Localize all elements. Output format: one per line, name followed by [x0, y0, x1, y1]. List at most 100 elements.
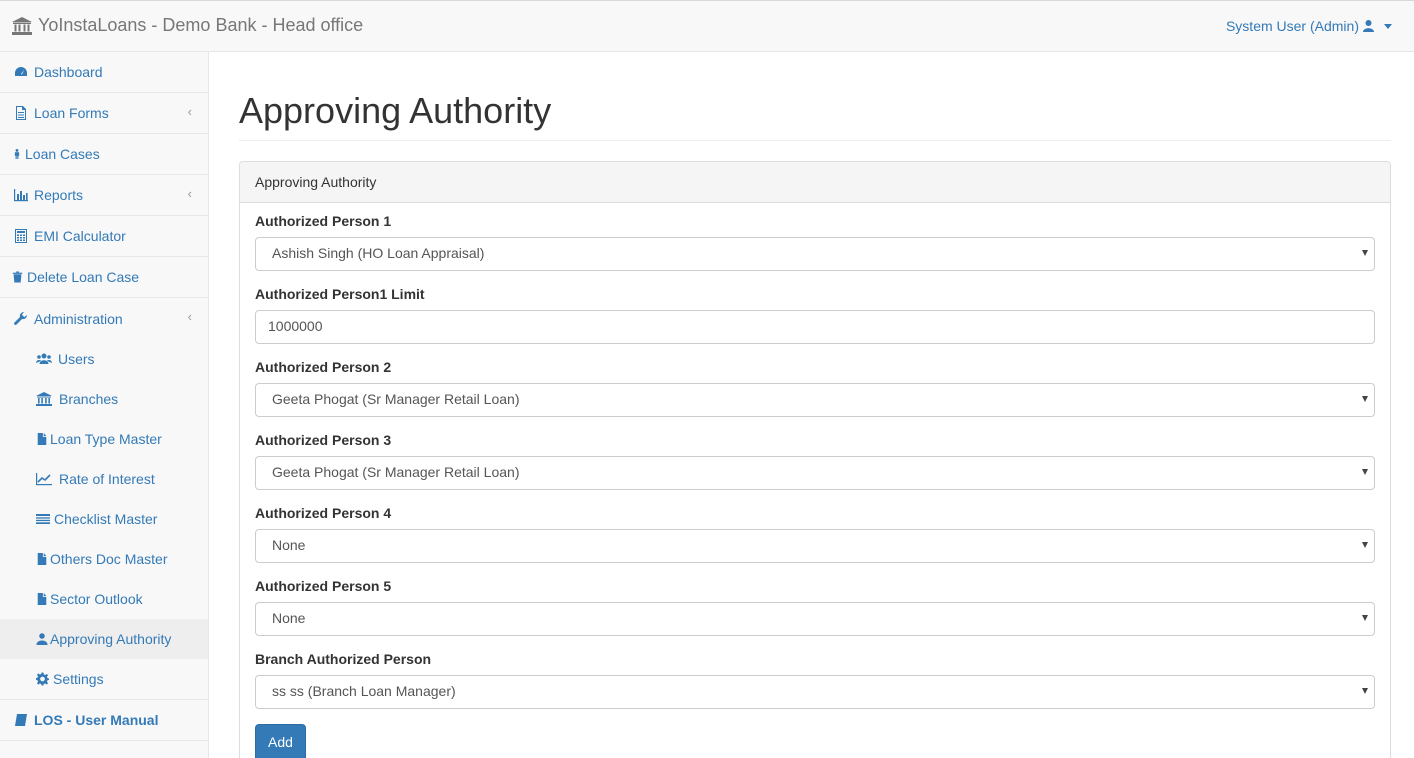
- file-icon: [37, 593, 47, 605]
- dropdown-arrow-icon: [1362, 250, 1368, 256]
- administration-submenu: Users Branches Loan Type Master Rate of …: [0, 339, 208, 700]
- sidebar-item-rate-of-interest[interactable]: Rate of Interest: [0, 459, 208, 499]
- sidebar-item-label: Settings: [53, 671, 104, 687]
- person5-label: Authorized Person 5: [255, 578, 392, 594]
- person4-value: None: [272, 537, 306, 553]
- sidebar-item-label: Dashboard: [34, 64, 103, 80]
- person1-label: Authorized Person 1: [255, 213, 392, 229]
- sidebar-item-label: Rate of Interest: [59, 471, 155, 487]
- sidebar-item-label: Loan Cases: [25, 146, 100, 162]
- add-button[interactable]: Add: [255, 724, 306, 758]
- sidebar-item-reports[interactable]: Reports ‹: [0, 175, 208, 216]
- user-menu[interactable]: System User (Admin): [1226, 18, 1392, 34]
- form-group-limit1: Authorized Person1 Limit 1000000: [255, 286, 1375, 344]
- dropdown-arrow-icon: [1362, 615, 1368, 621]
- dropdown-arrow-icon: [1362, 396, 1368, 402]
- sidebar-item-label: Sector Outlook: [50, 591, 143, 607]
- file-icon: [37, 433, 47, 445]
- form-group-branch: Branch Authorized Person ss ss (Branch L…: [255, 651, 1375, 709]
- sidebar-item-user-manual[interactable]: LOS - User Manual: [0, 700, 208, 741]
- trash-icon: [12, 271, 23, 283]
- person3-value: Geeta Phogat (Sr Manager Retail Loan): [272, 464, 520, 480]
- user-icon: [1363, 20, 1374, 32]
- sidebar-item-others-doc-master[interactable]: Others Doc Master: [0, 539, 208, 579]
- sidebar-item-label: Loan Forms: [34, 105, 109, 121]
- limit1-value: 1000000: [268, 318, 323, 334]
- sidebar-item-label: Loan Type Master: [50, 431, 162, 447]
- form-group-person3: Authorized Person 3 Geeta Phogat (Sr Man…: [255, 432, 1375, 490]
- sidebar-item-label: Checklist Master: [54, 511, 158, 527]
- panel-heading: Approving Authority: [240, 162, 1390, 203]
- person1-select[interactable]: Ashish Singh (HO Loan Appraisal): [255, 237, 1375, 271]
- person-icon: [14, 149, 20, 159]
- sidebar-item-label: Approving Authority: [50, 631, 172, 647]
- form-group-person4: Authorized Person 4 None: [255, 505, 1375, 563]
- branch-value: ss ss (Branch Loan Manager): [272, 683, 456, 699]
- chevron-left-icon: ‹: [187, 104, 192, 119]
- dropdown-arrow-icon: [1362, 688, 1368, 694]
- title-divider: [239, 140, 1391, 141]
- sidebar-item-sector-outlook[interactable]: Sector Outlook: [0, 579, 208, 619]
- limit1-input[interactable]: 1000000: [255, 310, 1375, 344]
- chevron-left-icon: ‹: [187, 186, 192, 201]
- panel-body: Authorized Person 1 Ashish Singh (HO Loa…: [240, 203, 1390, 758]
- book-icon: [15, 714, 27, 726]
- sidebar-item-settings[interactable]: Settings: [0, 659, 208, 699]
- calculator-icon: [15, 229, 27, 243]
- sidebar-item-label: Administration: [34, 310, 123, 327]
- person2-value: Geeta Phogat (Sr Manager Retail Loan): [272, 391, 520, 407]
- person3-select[interactable]: Geeta Phogat (Sr Manager Retail Loan): [255, 456, 1375, 490]
- person5-select[interactable]: None: [255, 602, 1375, 636]
- person4-label: Authorized Person 4: [255, 505, 392, 521]
- limit1-label: Authorized Person1 Limit: [255, 286, 425, 302]
- person3-label: Authorized Person 3: [255, 432, 392, 448]
- sidebar-item-label: EMI Calculator: [34, 228, 126, 244]
- line-chart-icon: [36, 473, 52, 486]
- sidebar-item-administration[interactable]: Administration ‹: [0, 298, 208, 339]
- page-title: Approving Authority: [239, 90, 552, 131]
- approving-authority-panel: Approving Authority Authorized Person 1 …: [239, 161, 1391, 758]
- sidebar-item-label: Branches: [59, 391, 119, 407]
- sidebar-item-loan-type-master[interactable]: Loan Type Master: [0, 419, 208, 459]
- branch-label: Branch Authorized Person: [255, 651, 432, 667]
- form-group-person1: Authorized Person 1 Ashish Singh (HO Loa…: [255, 213, 1375, 271]
- file-icon: [37, 553, 47, 565]
- bank-icon: [36, 392, 52, 406]
- person1-value: Ashish Singh (HO Loan Appraisal): [272, 245, 485, 261]
- person2-select[interactable]: Geeta Phogat (Sr Manager Retail Loan): [255, 383, 1375, 417]
- sidebar-item-label: Delete Loan Case: [27, 269, 140, 285]
- user-name: System User (Admin): [1225, 18, 1359, 34]
- sidebar-item-loan-forms[interactable]: Loan Forms ‹: [0, 93, 208, 134]
- sidebar-item-label: Users: [58, 351, 95, 367]
- brand[interactable]: YoInstaLoans - Demo Bank - Head office: [12, 15, 363, 36]
- sidebar-item-branches[interactable]: Branches: [0, 379, 208, 419]
- sidebar-item-label: Others Doc Master: [50, 551, 168, 567]
- list-icon: [36, 514, 50, 524]
- form-group-person5: Authorized Person 5 None: [255, 578, 1375, 636]
- wrench-icon: [14, 311, 28, 325]
- sidebar-item-users[interactable]: Users: [0, 339, 208, 379]
- sidebar-item-checklist-master[interactable]: Checklist Master: [0, 499, 208, 539]
- bar-chart-icon: [14, 189, 28, 202]
- dashboard-icon: [15, 67, 27, 76]
- file-icon: [16, 106, 26, 120]
- person4-select[interactable]: None: [255, 529, 1375, 563]
- form-group-person2: Authorized Person 2 Geeta Phogat (Sr Man…: [255, 359, 1375, 417]
- sidebar-item-loan-cases[interactable]: Loan Cases: [0, 134, 208, 175]
- person2-label: Authorized Person 2: [255, 359, 392, 375]
- sidebar-item-delete-loan-case[interactable]: Delete Loan Case: [0, 257, 208, 298]
- user-icon: [36, 633, 48, 645]
- sidebar-item-dashboard[interactable]: Dashboard: [0, 52, 208, 93]
- sidebar-item-approving-authority[interactable]: Approving Authority: [0, 619, 208, 659]
- dropdown-arrow-icon: [1362, 542, 1368, 548]
- users-icon: [36, 353, 52, 364]
- chevron-left-icon: ‹: [187, 309, 192, 324]
- top-navbar: YoInstaLoans - Demo Bank - Head office S…: [0, 0, 1414, 52]
- sidebar-item-label: LOS - User Manual: [34, 712, 159, 728]
- bank-icon: [12, 16, 32, 35]
- brand-text: YoInstaLoans - Demo Bank - Head office: [38, 15, 364, 35]
- sidebar-item-emi-calculator[interactable]: EMI Calculator: [0, 216, 208, 257]
- branch-person-select[interactable]: ss ss (Branch Loan Manager): [255, 675, 1375, 709]
- dropdown-arrow-icon: [1362, 469, 1368, 475]
- sidebar-item-label: Reports: [34, 187, 84, 203]
